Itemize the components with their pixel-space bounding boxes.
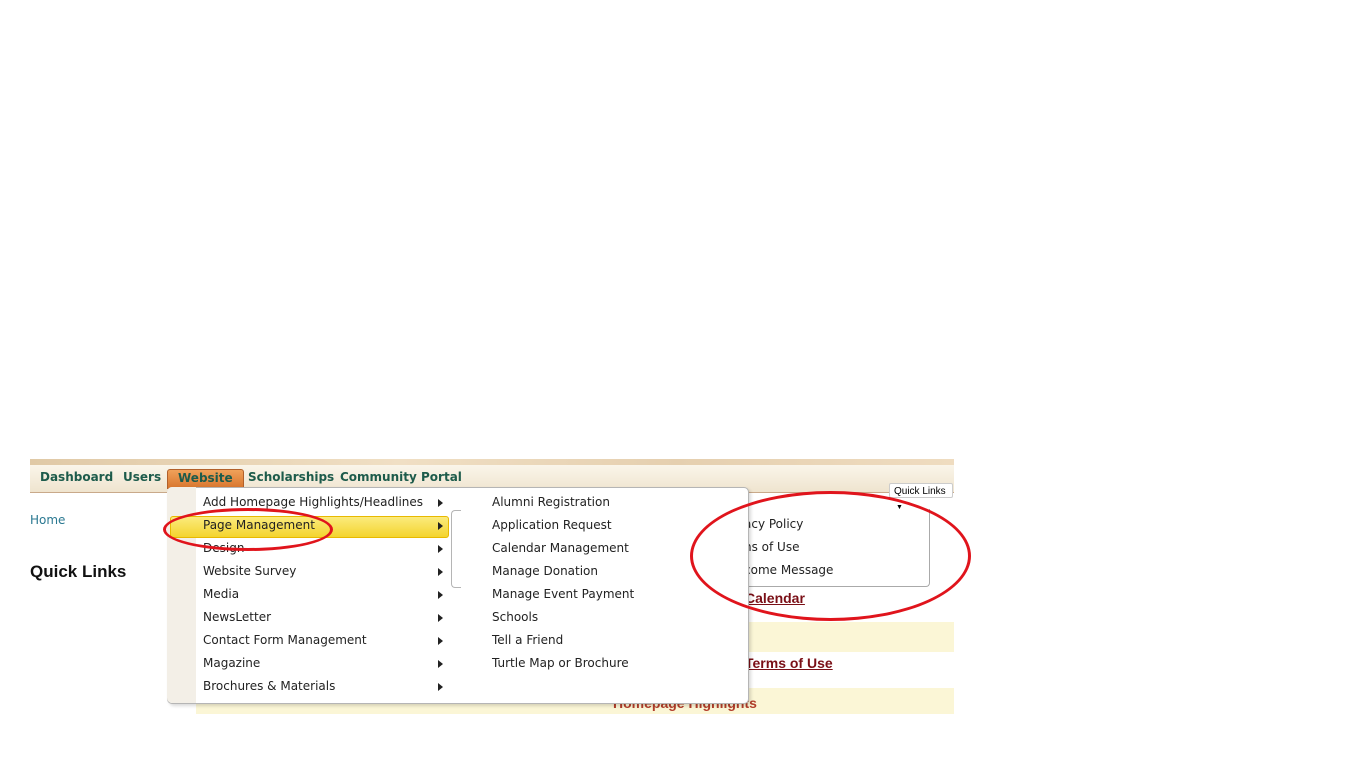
menu-item-brochures-materials[interactable]: Brochures & Materials xyxy=(203,679,335,693)
nav-dashboard[interactable]: Dashboard xyxy=(40,470,113,484)
submenu-item-application-request[interactable]: Application Request xyxy=(492,518,612,532)
submenu-item-alumni-registration[interactable]: Alumni Registration xyxy=(492,495,610,509)
submenu-arrow-icon xyxy=(438,522,443,530)
menu-item-add-homepage-highlights[interactable]: Add Homepage Highlights/Headlines xyxy=(203,495,423,509)
nav-community-portal[interactable]: Community Portal xyxy=(340,470,462,484)
quick-links-dropdown-label: Quick Links xyxy=(894,486,946,497)
menu-item-media[interactable]: Media xyxy=(203,587,239,601)
nav-scholarships[interactable]: Scholarships xyxy=(248,470,334,484)
submenu-arrow-icon xyxy=(438,683,443,691)
submenu-arrow-icon xyxy=(438,614,443,622)
quick-links-dropdown[interactable]: Quick Links ▼ xyxy=(889,483,953,511)
menu-item-contact-form-management[interactable]: Contact Form Management xyxy=(203,633,367,647)
submenu-arrow-icon xyxy=(438,637,443,645)
submenu-border xyxy=(451,510,461,588)
submenu-arrow-icon xyxy=(438,568,443,576)
annotation-ellipse-page-management xyxy=(163,508,333,551)
submenu-arrow-icon xyxy=(438,660,443,668)
nav-website[interactable]: Website xyxy=(167,469,244,489)
submenu-item-manage-event-payment[interactable]: Manage Event Payment xyxy=(492,587,634,601)
quick-links-heading: Quick Links xyxy=(30,562,127,581)
terms-of-use-link[interactable]: Terms of Use xyxy=(745,655,833,671)
menu-item-newsletter[interactable]: NewsLetter xyxy=(203,610,271,624)
menu-item-magazine[interactable]: Magazine xyxy=(203,656,260,670)
submenu-item-tell-a-friend[interactable]: Tell a Friend xyxy=(492,633,563,647)
breadcrumb-home[interactable]: Home xyxy=(30,513,65,527)
submenu-item-turtle-map-brochure[interactable]: Turtle Map or Brochure xyxy=(492,656,629,670)
menu-item-website-survey[interactable]: Website Survey xyxy=(203,564,296,578)
submenu-arrow-icon xyxy=(438,499,443,507)
submenu-arrow-icon xyxy=(438,591,443,599)
submenu-item-manage-donation[interactable]: Manage Donation xyxy=(492,564,598,578)
submenu-item-calendar-management[interactable]: Calendar Management xyxy=(492,541,629,555)
submenu-arrow-icon xyxy=(438,545,443,553)
submenu-item-schools[interactable]: Schools xyxy=(492,610,538,624)
nav-users[interactable]: Users xyxy=(123,470,161,484)
annotation-ellipse-quick-links xyxy=(690,491,971,621)
